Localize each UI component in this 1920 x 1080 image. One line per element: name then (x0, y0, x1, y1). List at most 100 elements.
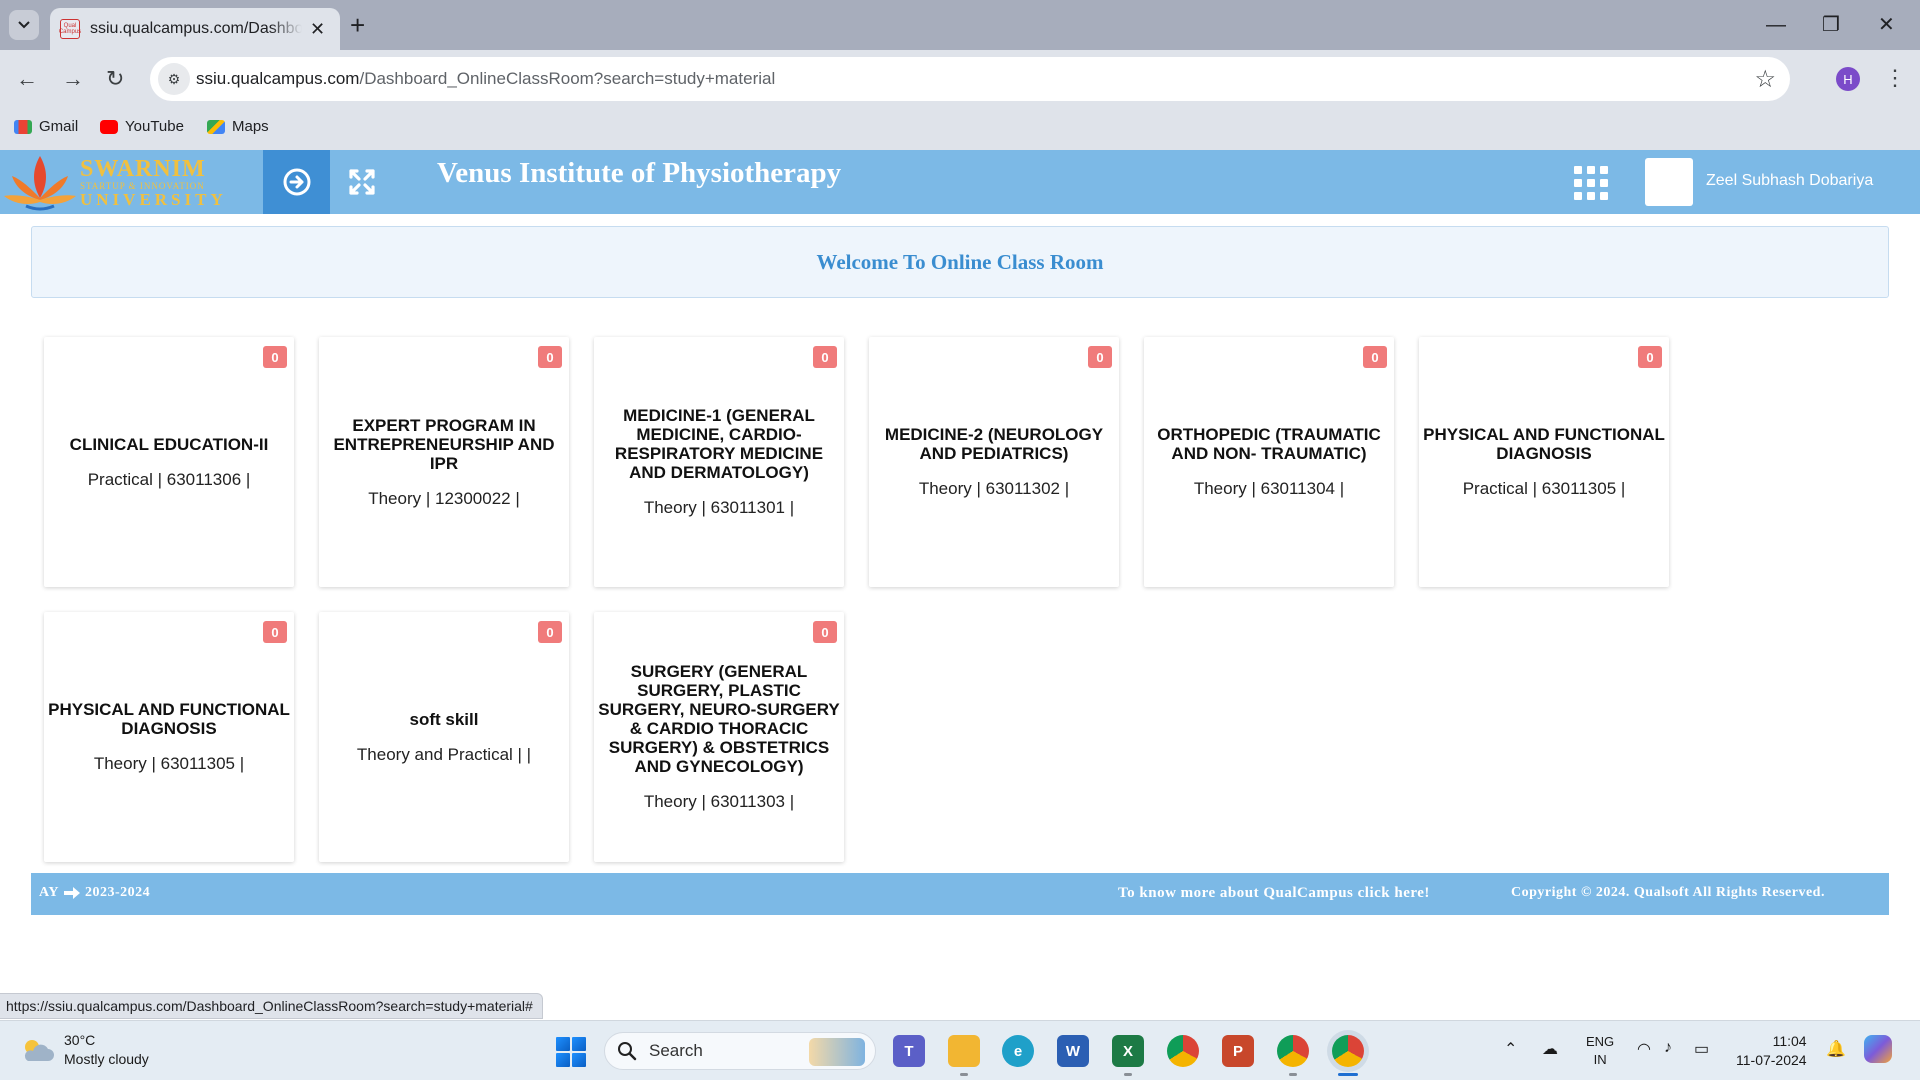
university-logo[interactable]: SWARNIM STARTUP & INNOVATION UNIVERSITY (0, 150, 262, 214)
notification-badge: 0 (538, 346, 562, 368)
course-card[interactable]: 0 soft skill Theory and Practical | | (319, 612, 569, 862)
bookmark-gmail[interactable]: Gmail (14, 118, 78, 135)
course-meta: Theory | 63011301 | (643, 498, 795, 517)
arrow-circle-right-icon (283, 168, 310, 196)
chrome-icon[interactable] (1167, 1035, 1199, 1067)
system-clock[interactable]: 11:04 11-07-2024 (1736, 1032, 1807, 1070)
logo-university: UNIVERSITY (80, 189, 227, 209)
chrome-profile-icon[interactable] (1277, 1035, 1309, 1067)
page-footer: AY 2023-2024 To know more about QualCamp… (31, 873, 1889, 915)
course-card[interactable]: 0 CLINICAL EDUCATION-II Practical | 6301… (44, 337, 294, 587)
bookmark-label: Maps (232, 118, 269, 135)
windows-start-icon[interactable] (556, 1037, 586, 1067)
notification-badge: 0 (813, 346, 837, 368)
course-card[interactable]: 0 EXPERT PROGRAM IN ENTREPRENEURSHIP AND… (319, 337, 569, 587)
youtube-icon (100, 119, 118, 134)
site-info-icon[interactable]: ⚙ (158, 63, 190, 95)
bookmark-youtube[interactable]: YouTube (100, 118, 184, 135)
lang-line2: IN (1593, 1052, 1607, 1067)
sidebar-toggle-button[interactable] (263, 150, 330, 214)
bookmark-star-icon[interactable]: ☆ (1754, 65, 1776, 94)
course-card[interactable]: 0 PHYSICAL AND FUNCTIONAL DIAGNOSIS Theo… (44, 612, 294, 862)
logo-text: SWARNIM STARTUP & INNOVATION UNIVERSITY (80, 157, 227, 208)
clock-time: 11:04 (1772, 1033, 1807, 1049)
course-title[interactable]: CLINICAL EDUCATION-II (69, 435, 270, 454)
course-title[interactable]: MEDICINE-1 (GENERAL MEDICINE, CARDIO-RES… (594, 406, 844, 482)
course-title[interactable]: PHYSICAL AND FUNCTIONAL DIAGNOSIS (44, 700, 294, 738)
institute-title: Venus Institute of Physiotherapy (437, 157, 842, 189)
notification-badge: 0 (1088, 346, 1112, 368)
forward-icon[interactable]: → (62, 64, 84, 94)
course-title[interactable]: SURGERY (GENERAL SURGERY, PLASTIC SURGER… (594, 662, 844, 776)
address-bar[interactable]: ⚙ ssiu.qualcampus.com/Dashboard_OnlineCl… (150, 57, 1790, 101)
course-meta: Theory | 63011303 | (643, 792, 795, 811)
search-icon (618, 1042, 637, 1061)
show-hidden-icons-icon[interactable]: ⌃ (1504, 1039, 1517, 1059)
course-title[interactable]: PHYSICAL AND FUNCTIONAL DIAGNOSIS (1419, 425, 1669, 463)
browser-menu-icon[interactable]: ⋮ (1884, 63, 1906, 93)
course-title[interactable]: MEDICINE-2 (NEUROLOGY AND PEDIATRICS) (869, 425, 1119, 463)
lotus-logo-icon (4, 156, 76, 211)
course-meta: Theory | 63011302 | (918, 479, 1070, 498)
fullscreen-button[interactable] (340, 164, 384, 200)
bookmark-label: YouTube (125, 118, 184, 135)
powerpoint-icon[interactable]: P (1222, 1035, 1254, 1067)
course-title[interactable]: EXPERT PROGRAM IN ENTREPRENEURSHIP AND I… (319, 416, 569, 473)
welcome-title: Welcome To Online Class Room (816, 249, 1104, 274)
course-card[interactable]: 0 PHYSICAL AND FUNCTIONAL DIAGNOSIS Prac… (1419, 337, 1669, 587)
running-indicator (960, 1073, 968, 1076)
battery-icon[interactable]: ▭ (1694, 1039, 1709, 1059)
course-meta: Theory and Practical | | (356, 744, 532, 764)
tab-search-button[interactable] (9, 10, 39, 40)
chrome-active-icon[interactable] (1332, 1035, 1364, 1067)
bookmark-maps[interactable]: Maps (207, 118, 269, 135)
user-name[interactable]: Zeel Subhash Dobariya (1706, 172, 1873, 190)
clock-date: 11-07-2024 (1736, 1052, 1807, 1068)
course-card[interactable]: 0 MEDICINE-2 (NEUROLOGY AND PEDIATRICS) … (869, 337, 1119, 587)
back-icon[interactable]: ← (16, 64, 38, 94)
favicon-text: Qual Campus (58, 23, 82, 35)
course-card[interactable]: 0 MEDICINE-1 (GENERAL MEDICINE, CARDIO-R… (594, 337, 844, 587)
bookmarks-bar: Gmail YouTube Maps (0, 108, 1920, 150)
copyright-text: Copyright © 2024. Qualsoft All Rights Re… (1511, 885, 1825, 900)
close-tab-icon[interactable]: ✕ (310, 19, 325, 40)
edge-icon[interactable]: e (1002, 1035, 1034, 1067)
close-window-icon[interactable]: ✕ (1878, 10, 1895, 40)
notification-badge: 0 (263, 346, 287, 368)
running-indicator (1124, 1073, 1132, 1076)
copilot-icon[interactable] (1864, 1035, 1892, 1063)
tab-active[interactable]: Qual Campus ssiu.qualcampus.com/Dashboar… (50, 8, 340, 50)
volume-icon[interactable]: ♪ (1664, 1039, 1672, 1057)
onedrive-icon[interactable]: ☁ (1542, 1039, 1558, 1059)
chevron-down-icon (18, 21, 30, 29)
wifi-icon[interactable]: ◠ (1637, 1039, 1651, 1059)
notification-badge: 0 (1638, 346, 1662, 368)
course-title[interactable]: soft skill (409, 710, 480, 729)
weather-widget[interactable]: 30°C Mostly cloudy (20, 1031, 149, 1069)
minimize-icon[interactable]: — (1766, 10, 1786, 40)
logo-title: SWARNIM (80, 155, 206, 182)
apps-grid-icon[interactable] (1574, 166, 1608, 200)
course-title[interactable]: ORTHOPEDIC (TRAUMATIC AND NON- TRAUMATIC… (1144, 425, 1394, 463)
ay-value: 2023-2024 (84, 885, 151, 900)
word-icon[interactable]: W (1057, 1035, 1089, 1067)
excel-icon[interactable]: X (1112, 1035, 1144, 1067)
taskbar-search[interactable]: Search (604, 1032, 876, 1070)
restore-icon[interactable]: ❐ (1822, 10, 1840, 40)
user-avatar[interactable] (1645, 158, 1693, 206)
course-meta: Practical | 63011305 | (1462, 479, 1626, 498)
url-text[interactable]: ssiu.qualcampus.com/Dashboard_OnlineClas… (196, 69, 775, 89)
notification-bell-icon[interactable]: 🔔 (1826, 1039, 1846, 1059)
notification-badge: 0 (813, 621, 837, 643)
taskbar-search-label: Search (649, 1041, 703, 1060)
qualcampus-link[interactable]: To know more about QualCampus click here… (1118, 885, 1430, 902)
profile-avatar[interactable]: H (1836, 67, 1860, 91)
course-card[interactable]: 0 SURGERY (GENERAL SURGERY, PLASTIC SURG… (594, 612, 844, 862)
reload-icon[interactable]: ↻ (106, 64, 124, 94)
teams-icon[interactable]: T (893, 1035, 925, 1067)
new-tab-button[interactable]: + (350, 10, 365, 40)
course-card[interactable]: 0 ORTHOPEDIC (TRAUMATIC AND NON- TRAUMAT… (1144, 337, 1394, 587)
language-indicator[interactable]: ENG IN (1586, 1033, 1614, 1069)
file-explorer-icon[interactable] (948, 1035, 980, 1067)
cloudy-weather-icon (24, 1040, 54, 1061)
